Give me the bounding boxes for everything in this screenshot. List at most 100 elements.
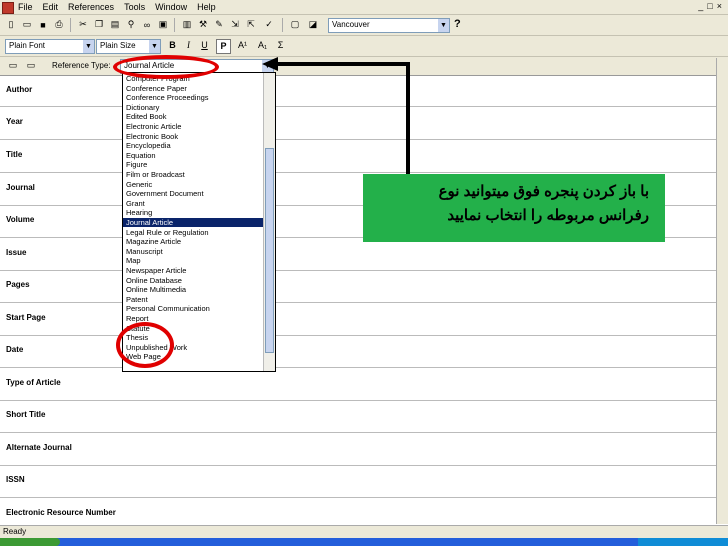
- dropdown-item[interactable]: Newspaper Article: [126, 266, 186, 275]
- toolbar-separator: [174, 18, 175, 32]
- dropdown-item[interactable]: Electronic Book: [126, 132, 178, 141]
- print-icon[interactable]: ⎙: [52, 18, 66, 31]
- reference-icon: ▭: [8, 60, 18, 70]
- dropdown-item[interactable]: Generic: [126, 180, 152, 189]
- start-button[interactable]: [0, 538, 60, 546]
- open-folder-icon[interactable]: ▭: [20, 18, 34, 31]
- bold-button[interactable]: B: [166, 39, 179, 52]
- underline-button[interactable]: U: [198, 39, 211, 52]
- font-value: Plain Font: [9, 41, 46, 50]
- dropdown-item[interactable]: Online Multimedia: [126, 285, 186, 294]
- dropdown-item[interactable]: Magazine Article: [126, 237, 181, 246]
- annotation-callout: با باز کردن پنجره فوق میتوانید نوع رفران…: [363, 174, 665, 242]
- chevron-down-icon[interactable]: ▼: [83, 40, 94, 53]
- menu-window[interactable]: Window: [155, 1, 187, 13]
- cite-icon[interactable]: ✎: [212, 18, 226, 31]
- annotation-text-line2: رفرانس مربوطه را انتخاب نمایید: [447, 207, 649, 224]
- font-select[interactable]: Plain Font ▼: [5, 39, 95, 54]
- restore-button[interactable]: □: [707, 1, 712, 11]
- field-divider: [0, 497, 716, 498]
- dropdown-item[interactable]: Dictionary: [126, 103, 159, 112]
- vertical-scrollbar[interactable]: [716, 58, 728, 524]
- save-icon[interactable]: ■: [36, 18, 50, 31]
- menu-file[interactable]: File: [18, 1, 33, 13]
- library-window-icon[interactable]: ▢: [288, 18, 302, 31]
- dropdown-item[interactable]: Film or Broadcast: [126, 170, 185, 179]
- menu-tools[interactable]: Tools: [124, 1, 145, 13]
- app-icon[interactable]: [2, 2, 14, 14]
- field-label: Volume: [6, 215, 35, 224]
- reference-type-label: Reference Type:: [52, 61, 111, 70]
- field-label: Start Page: [6, 313, 46, 322]
- dropdown-item[interactable]: Journal Article: [123, 218, 264, 228]
- taskbar: [0, 538, 728, 546]
- subscript-button[interactable]: A₁: [256, 39, 269, 52]
- main-toolbar: ▯ ▭ ■ ⎙ ✂ ❐ ▤ ⚲ ∞ ▣ ▥ ⚒ ✎ ⇲ ⇱ ✓ ▢ ◪ Vanc…: [0, 15, 728, 36]
- field-label: Issue: [6, 248, 27, 257]
- insert-citation-icon[interactable]: ⇲: [228, 18, 242, 31]
- chevron-down-icon[interactable]: ▼: [438, 19, 449, 32]
- output-style-value: Vancouver: [332, 20, 370, 29]
- minimize-button[interactable]: _: [698, 1, 703, 11]
- dropdown-item[interactable]: Figure: [126, 160, 147, 169]
- field-divider: [0, 432, 716, 433]
- figure-icon[interactable]: ▣: [156, 18, 170, 31]
- format-bibliography-icon[interactable]: ⇱: [244, 18, 258, 31]
- new-document-icon[interactable]: ▯: [4, 18, 18, 31]
- dropdown-item[interactable]: Personal Communication: [126, 304, 210, 313]
- field-divider: [0, 335, 716, 336]
- field-divider: [0, 302, 716, 303]
- dropdown-item[interactable]: Hearing: [126, 208, 152, 217]
- link-icon[interactable]: ∞: [140, 18, 154, 31]
- output-style-select[interactable]: Vancouver ▼: [328, 18, 450, 33]
- symbol-button[interactable]: Σ: [274, 39, 287, 52]
- status-text: Ready: [3, 527, 27, 536]
- copy-icon[interactable]: ❐: [92, 18, 106, 31]
- field-label: Date: [6, 345, 24, 354]
- attachment-icon[interactable]: ▭: [24, 59, 38, 72]
- menu-bar: File Edit References Tools Window Help _…: [0, 0, 728, 15]
- dropdown-item[interactable]: Government Document: [126, 189, 204, 198]
- spellcheck-icon[interactable]: ✓: [262, 18, 276, 31]
- field-label: Journal: [6, 183, 35, 192]
- dropdown-item[interactable]: Manuscript: [126, 247, 163, 256]
- field-label: Short Title: [6, 410, 46, 419]
- chevron-down-icon[interactable]: ▼: [149, 40, 160, 53]
- dropdown-item[interactable]: Encyclopedia: [126, 141, 171, 150]
- field-label: Alternate Journal: [6, 443, 72, 452]
- dropdown-item[interactable]: Patent: [126, 295, 148, 304]
- dropdown-item[interactable]: Conference Paper: [126, 84, 187, 93]
- field-label: Title: [6, 150, 23, 159]
- field-label: Year: [6, 117, 23, 126]
- dropdown-item[interactable]: Grant: [126, 199, 145, 208]
- highlight-ellipse-thesis: [116, 322, 174, 368]
- preview-icon[interactable]: ◪: [306, 18, 320, 31]
- size-select[interactable]: Plain Size ▼: [96, 39, 161, 54]
- cut-icon[interactable]: ✂: [76, 18, 90, 31]
- highlight-ellipse-reftype: [113, 55, 219, 79]
- toolbar-separator: [70, 18, 71, 32]
- dropdown-item[interactable]: Map: [126, 256, 141, 265]
- help-icon[interactable]: ?: [454, 18, 461, 30]
- dropdown-item[interactable]: Electronic Article: [126, 122, 181, 131]
- format-icon[interactable]: ▥: [180, 18, 194, 31]
- menu-help[interactable]: Help: [197, 1, 216, 13]
- field-divider: [0, 270, 716, 271]
- dropdown-item[interactable]: Online Database: [126, 276, 182, 285]
- field-label: ISSN: [6, 475, 25, 484]
- dropdown-item[interactable]: Conference Proceedings: [126, 93, 209, 102]
- menu-edit[interactable]: Edit: [43, 1, 59, 13]
- scrollbar-thumb[interactable]: [265, 148, 274, 353]
- annotation-text-line1: با باز کردن پنجره فوق میتوانید نوع: [438, 183, 649, 200]
- italic-button[interactable]: I: [182, 39, 195, 52]
- plain-button[interactable]: P: [216, 39, 231, 54]
- dropdown-item[interactable]: Equation: [126, 151, 156, 160]
- find-icon[interactable]: ⚲: [124, 18, 138, 31]
- menu-references[interactable]: References: [68, 1, 114, 13]
- dropdown-item[interactable]: Legal Rule or Regulation: [126, 228, 209, 237]
- superscript-button[interactable]: A¹: [236, 39, 249, 52]
- dropdown-item[interactable]: Edited Book: [126, 112, 166, 121]
- close-button[interactable]: ×: [717, 1, 722, 11]
- paste-icon[interactable]: ▤: [108, 18, 122, 31]
- tools-icon[interactable]: ⚒: [196, 18, 210, 31]
